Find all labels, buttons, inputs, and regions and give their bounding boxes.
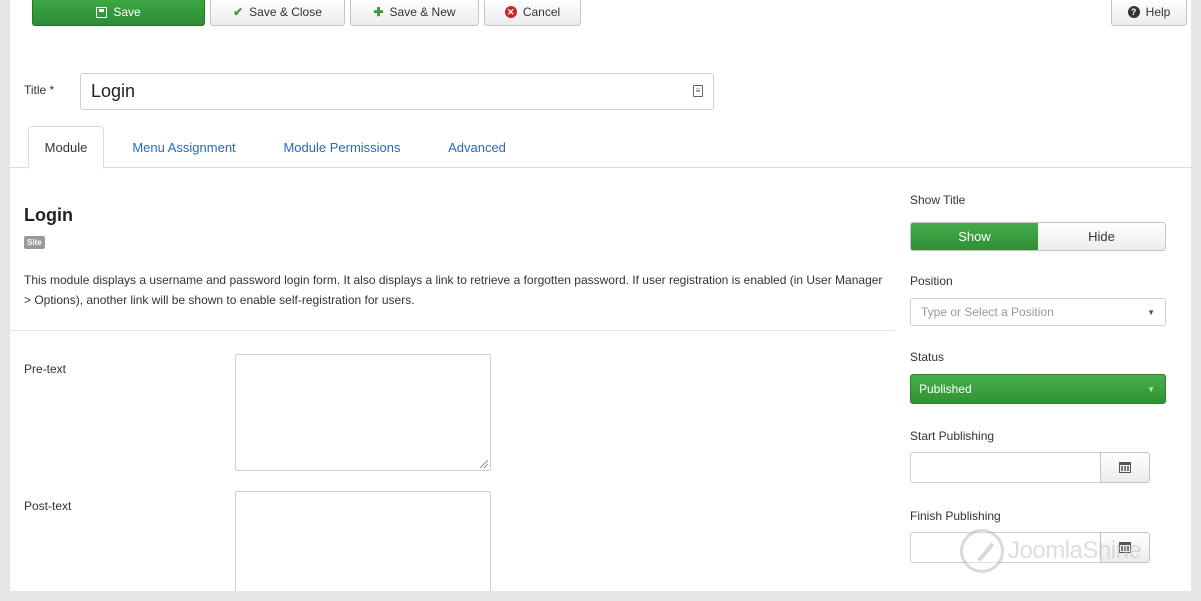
save-close-button[interactable]: ✔ Save & Close <box>210 0 345 26</box>
post-text-textarea[interactable] <box>235 491 491 591</box>
module-editor: Save ✔ Save & Close ✚ Save & New ✕ Cance… <box>10 0 1191 591</box>
help-icon: ? <box>1127 6 1140 18</box>
start-publishing-calendar-button[interactable] <box>1100 452 1150 483</box>
start-publishing-field <box>910 452 1150 483</box>
calendar-icon <box>1119 462 1131 473</box>
tab-bar: Module Menu Assignment Module Permission… <box>10 126 1191 169</box>
finish-publishing-label: Finish Publishing <box>910 509 1001 523</box>
pre-text-label: Pre-text <box>24 362 67 376</box>
cancel-label: Cancel <box>522 5 561 19</box>
module-title: Login <box>24 205 73 225</box>
toolbar: Save ✔ Save & Close ✚ Save & New ✕ Cance… <box>10 0 1191 44</box>
save-button[interactable]: Save <box>32 0 205 26</box>
position-select[interactable]: Type or Select a Position ▼ <box>910 298 1166 326</box>
caret-down-icon: ▼ <box>1147 385 1155 394</box>
save-icon <box>96 6 108 18</box>
show-title-label: Show Title <box>910 193 966 207</box>
watermark-text: JoomlaShine <box>1008 537 1142 564</box>
start-publishing-label: Start Publishing <box>910 429 995 443</box>
check-icon: ✔ <box>233 5 244 19</box>
cancel-button[interactable]: ✕ Cancel <box>484 0 581 26</box>
title-value: Login <box>91 81 136 101</box>
joomlashine-logo-icon <box>960 529 1004 573</box>
title-input[interactable]: Login ≡ <box>80 73 714 110</box>
start-publishing-input[interactable] <box>910 452 1100 483</box>
divider <box>10 330 894 331</box>
position-label: Position <box>910 274 953 288</box>
save-new-button[interactable]: ✚ Save & New <box>350 0 479 26</box>
save-button-label: Save <box>113 5 141 19</box>
save-close-label: Save & Close <box>249 5 322 19</box>
save-new-label: Save & New <box>389 5 456 19</box>
hide-option[interactable]: Hide <box>1038 223 1165 250</box>
post-text-label: Post-text <box>24 499 72 513</box>
status-select[interactable]: Published ▼ <box>910 374 1166 404</box>
help-label: Help <box>1145 5 1171 19</box>
tab-menu-assignment[interactable]: Menu Assignment <box>114 126 254 168</box>
tab-advanced[interactable]: Advanced <box>434 126 520 168</box>
status-label: Status <box>910 350 945 364</box>
tab-module-permissions[interactable]: Module Permissions <box>266 126 418 168</box>
language-icon: ≡ <box>693 85 703 97</box>
show-title-toggle: Show Hide <box>910 222 1166 251</box>
plus-icon: ✚ <box>373 5 384 19</box>
pre-text-textarea[interactable] <box>235 354 491 471</box>
status-value: Published <box>919 382 972 396</box>
cancel-icon: ✕ <box>504 6 517 18</box>
help-button[interactable]: ? Help <box>1111 0 1187 26</box>
title-label: Title * <box>24 83 55 97</box>
tab-module[interactable]: Module <box>28 126 104 169</box>
caret-down-icon: ▼ <box>1147 308 1155 317</box>
position-placeholder: Type or Select a Position <box>921 305 1054 319</box>
resize-handle[interactable] <box>480 460 488 468</box>
show-option[interactable]: Show <box>911 223 1038 250</box>
site-badge: Site <box>24 236 45 249</box>
watermark: JoomlaShine <box>960 528 1142 574</box>
module-description: This module displays a username and pass… <box>24 273 883 307</box>
